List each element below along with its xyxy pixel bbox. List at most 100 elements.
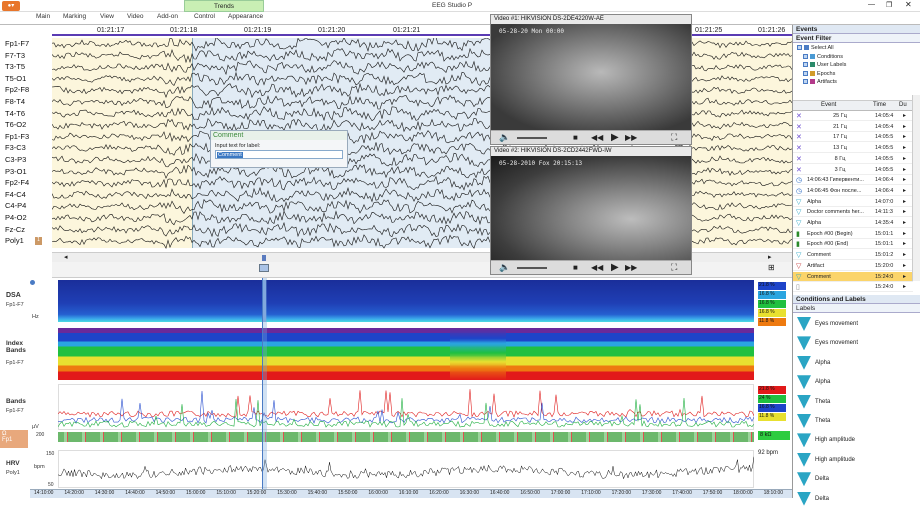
col-duration[interactable]: Du: [899, 102, 907, 108]
filter-item[interactable]: Artifacts: [803, 79, 837, 85]
row-action-icon[interactable]: ▸: [903, 112, 906, 119]
comment-dialog[interactable]: Comment Input text for label: Comment: [210, 130, 348, 168]
channel-label[interactable]: Fp2-F4: [5, 178, 29, 187]
video-window-2[interactable]: Video #2: HIKVISION DS-2CD2442FWD-IW 05-…: [490, 146, 692, 275]
row-action-icon[interactable]: ▸: [903, 283, 906, 290]
comment-input[interactable]: Comment: [215, 150, 343, 159]
row-action-icon[interactable]: ▸: [903, 133, 906, 140]
label-item[interactable]: High amplitude: [797, 452, 909, 469]
label-item[interactable]: Eyes movement: [797, 336, 909, 352]
channel-label[interactable]: Fp1-F7: [5, 39, 29, 48]
row-action-icon[interactable]: ▸: [903, 230, 906, 237]
fullscreen-icon[interactable]: ⛶: [671, 262, 677, 273]
forward-icon[interactable]: ▶▶: [625, 133, 637, 142]
rewind-icon[interactable]: ◀◀: [591, 263, 603, 272]
row-action-icon[interactable]: ▸: [903, 208, 906, 215]
video-window-1[interactable]: Video #1: HIKVISION DS-2DE4220W-AE 05-28…: [490, 14, 692, 145]
forward-icon[interactable]: ▶▶: [625, 263, 637, 272]
row-action-icon[interactable]: ▸: [903, 176, 906, 183]
row-action-icon[interactable]: ▸: [903, 123, 906, 130]
label-item[interactable]: Eyes movement: [797, 317, 909, 333]
event-row[interactable]: ▽ Artifact 15:20:0 ▸: [793, 261, 913, 271]
row-action-icon[interactable]: ▸: [903, 240, 906, 247]
channel-label[interactable]: Poly1: [5, 236, 24, 245]
app-logo-icon[interactable]: ●▾: [2, 1, 20, 11]
label-item[interactable]: Delta: [797, 472, 909, 488]
row-action-icon[interactable]: ▸: [903, 187, 906, 194]
maximize-icon[interactable]: ❐: [886, 1, 892, 9]
label-item[interactable]: High amplitude: [797, 433, 909, 449]
event-row[interactable]: ▽ Alpha 14:35:4 ▸: [793, 218, 913, 228]
channel-label[interactable]: C4-P4: [5, 201, 26, 210]
row-action-icon[interactable]: ▸: [903, 262, 906, 269]
channel-label[interactable]: P4-O2: [5, 213, 27, 222]
col-time[interactable]: Time: [873, 102, 886, 108]
volume-slider[interactable]: [517, 137, 547, 139]
tab-marking[interactable]: Marking: [63, 13, 86, 20]
filter-item[interactable]: Epochs: [803, 71, 835, 77]
channel-label[interactable]: F4-C4: [5, 190, 26, 199]
poly-badge[interactable]: 1: [35, 237, 42, 245]
row-action-icon[interactable]: ▸: [903, 219, 906, 226]
d-label-box[interactable]: Ω Fp1: [0, 430, 28, 448]
event-row[interactable]: ▽ Comment 15:01:2 ▸: [793, 250, 913, 261]
tab-main[interactable]: Main: [36, 13, 50, 20]
label-item[interactable]: Theta: [797, 394, 909, 411]
tab-control[interactable]: Control: [194, 13, 215, 20]
stop-icon[interactable]: ■: [573, 263, 578, 272]
event-row[interactable]: ▽ Alpha 14:07:0 ▸: [793, 197, 913, 207]
event-row[interactable]: ✕ 21 Гц 14:05:4 ▸: [793, 122, 913, 132]
tab-video[interactable]: Video: [127, 13, 144, 20]
scroll-right-icon[interactable]: ▸: [768, 253, 772, 261]
channel-label[interactable]: F3-C3: [5, 143, 26, 152]
row-action-icon[interactable]: ▸: [903, 144, 906, 151]
checkbox-checked-icon[interactable]: [803, 70, 808, 76]
label-item[interactable]: Alpha: [797, 355, 909, 372]
channel-label[interactable]: T3-T5: [5, 62, 25, 71]
filter-item[interactable]: Select All: [797, 45, 834, 51]
filter-item[interactable]: User Labels: [803, 62, 846, 68]
tab-appearance[interactable]: Appearance: [228, 13, 263, 20]
channel-label[interactable]: P3-O1: [5, 167, 27, 176]
checkbox-checked-icon[interactable]: [797, 45, 802, 51]
event-row[interactable]: ✕ 8 Гц 14:05:5 ▸: [793, 154, 913, 164]
info-icon[interactable]: [30, 280, 35, 285]
play-icon[interactable]: ▶: [611, 262, 619, 273]
event-row[interactable]: ◷ 14:06:45 Фон после... 14:06:4 ▸: [793, 186, 913, 196]
trend-cursor[interactable]: [262, 278, 267, 490]
position-marker[interactable]: [259, 264, 269, 272]
checkbox-checked-icon[interactable]: [803, 53, 808, 59]
fullscreen-icon[interactable]: ⛶: [671, 132, 677, 143]
minimize-icon[interactable]: —: [868, 1, 875, 8]
channel-label[interactable]: C3-P3: [5, 155, 26, 164]
channel-label[interactable]: T5-O1: [5, 74, 26, 83]
checkbox-checked-icon[interactable]: [803, 79, 808, 85]
channel-label[interactable]: Fz-Cz: [5, 225, 25, 234]
event-row[interactable]: ◷ 14:06:43 Гипервенти... 14:06:4 ▸: [793, 175, 913, 186]
label-item[interactable]: Theta: [797, 414, 909, 430]
label-item[interactable]: Delta: [797, 491, 909, 508]
expand-icon[interactable]: ⊞: [768, 263, 775, 272]
volume-icon[interactable]: 🔈: [499, 262, 510, 273]
channel-label[interactable]: F7-T3: [5, 51, 25, 60]
channel-label[interactable]: T6-O2: [5, 120, 26, 129]
event-row[interactable]: ✕ 3 Гц 14:05:5 ▸: [793, 165, 913, 175]
event-row[interactable]: ✕ 13 Гц 14:05:5 ▸: [793, 143, 913, 154]
volume-icon[interactable]: 🔈: [499, 132, 510, 143]
volume-slider[interactable]: [517, 267, 547, 269]
row-action-icon[interactable]: ▸: [903, 251, 906, 258]
channel-label[interactable]: Fp2-F8: [5, 85, 29, 94]
channel-label[interactable]: T4-T6: [5, 109, 25, 118]
row-action-icon[interactable]: ▸: [903, 155, 906, 162]
scroll-left-icon[interactable]: ◂: [64, 253, 68, 261]
index-bands-plot[interactable]: [58, 328, 754, 380]
tab-view[interactable]: View: [100, 13, 114, 20]
channel-label[interactable]: F8-T4: [5, 97, 25, 106]
video-1-frame[interactable]: 05-28-20 Mon 00:00: [491, 24, 691, 131]
event-row[interactable]: ▮ Epoch #00 (End) 15:01:1 ▸: [793, 239, 913, 250]
scroll-thumb[interactable]: [262, 255, 266, 261]
event-row[interactable]: ▮ Epoch #00 (Begin) 15:01:1 ▸: [793, 229, 913, 239]
labels-list[interactable]: Eyes movement Eyes movement Alpha Alpha Thet…: [793, 313, 920, 509]
row-action-icon[interactable]: ▸: [903, 198, 906, 205]
event-row[interactable]: ▽ Comment 15:24:0 ▸: [793, 271, 913, 282]
